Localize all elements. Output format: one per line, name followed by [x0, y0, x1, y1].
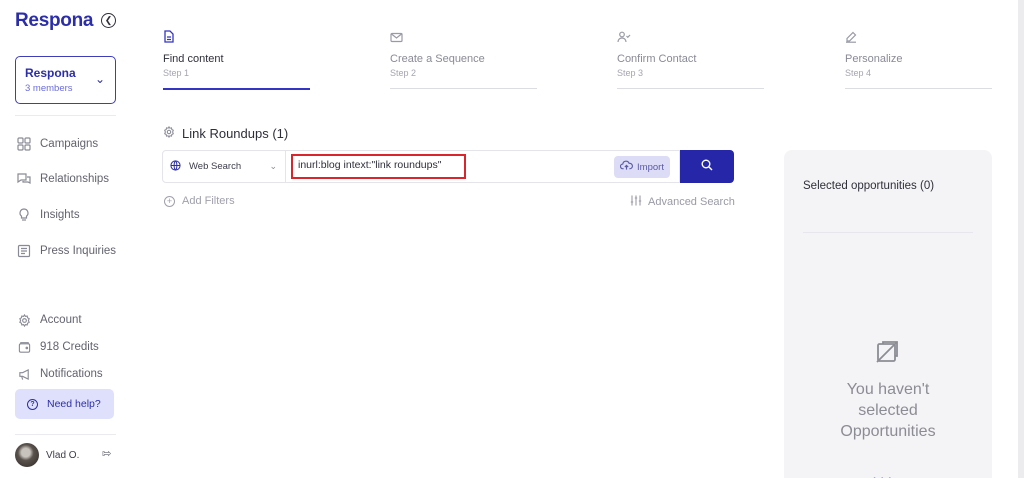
sidebar-item-relationships[interactable]: Relationships — [17, 172, 109, 186]
step-progress-bar — [390, 88, 537, 89]
step-title: Find content — [163, 53, 224, 65]
loading-dots: • • • — [873, 474, 892, 478]
workspace-switcher[interactable]: Respona 3 members ⌄ — [15, 56, 116, 104]
sidebar-divider — [15, 115, 116, 116]
step-find-content[interactable]: Find content Step 1 — [163, 30, 311, 90]
search-icon — [701, 158, 713, 176]
import-label: Import — [637, 161, 664, 173]
query-field: Import — [286, 150, 680, 183]
newspaper-icon — [17, 244, 31, 258]
sidebar-item-credits[interactable]: 918 Credits — [17, 340, 99, 354]
sliders-icon — [630, 195, 642, 209]
import-button[interactable]: Import — [614, 156, 670, 178]
sidebar-item-campaigns[interactable]: Campaigns — [17, 137, 98, 151]
mail-icon — [390, 30, 538, 44]
plus-icon: + — [164, 195, 175, 207]
sidebar-item-label: Notifications — [40, 368, 103, 380]
step-sub: Step 3 — [617, 68, 644, 78]
sidebar-item-label: Campaigns — [40, 138, 99, 150]
sidebar-item-insights[interactable]: Insights — [17, 208, 80, 222]
sidebar-item-label: 918 Credits — [40, 341, 99, 353]
step-progress-bar — [617, 88, 764, 89]
step-sub: Step 2 — [390, 68, 417, 78]
cloud-upload-icon — [619, 160, 633, 174]
empty-state-text: You haven't selected Opportunities — [804, 379, 972, 442]
user-profile[interactable]: Vlad O. — [15, 443, 79, 467]
workspace-members: 3 members — [25, 83, 73, 94]
step-sub: Step 1 — [163, 68, 190, 78]
globe-icon — [170, 159, 181, 174]
chevron-down-icon: ⌄ — [269, 161, 277, 171]
need-help-label: Need help? — [47, 398, 101, 410]
advanced-search-button[interactable]: Advanced Search — [630, 195, 735, 209]
document-icon — [163, 30, 311, 44]
chevron-down-icon: ⌄ — [94, 72, 105, 86]
window-edge — [1018, 0, 1024, 478]
step-title: Confirm Contact — [617, 53, 697, 65]
selected-opportunities-panel: Selected opportunities (0) You haven't s… — [784, 150, 992, 478]
sidebar-item-label: Press Inquiries — [40, 245, 117, 257]
gear-icon[interactable] — [163, 125, 175, 141]
need-help-button[interactable]: ? Need help? — [15, 389, 114, 419]
search-query-input[interactable] — [298, 159, 598, 171]
empty-state-icon — [875, 340, 899, 369]
step-progress-bar — [845, 88, 992, 89]
panel-divider — [803, 232, 973, 233]
gear-icon — [17, 313, 31, 327]
sidebar-item-label: Relationships — [40, 173, 110, 185]
advanced-search-label: Advanced Search — [648, 196, 735, 208]
workspace-name: Respona — [25, 66, 76, 80]
step-confirm-contact[interactable]: Confirm Contact Step 3 — [617, 30, 765, 89]
add-filters-button[interactable]: + Add Filters — [164, 195, 235, 207]
sidebar-item-press-inquiries[interactable]: Press Inquiries — [17, 244, 116, 258]
empty-state-line: Opportunities — [840, 423, 936, 440]
collapse-sidebar-button[interactable]: ❮ — [101, 13, 116, 28]
sidebar-item-label: Insights — [40, 209, 80, 221]
section-title-text: Link Roundups (1) — [182, 126, 289, 141]
user-check-icon — [617, 30, 765, 44]
panel-title: Selected opportunities (0) — [803, 180, 935, 192]
sidebar-item-notifications[interactable]: Notifications — [17, 367, 103, 381]
step-create-sequence[interactable]: Create a Sequence Step 2 — [390, 30, 538, 89]
source-select[interactable]: Web Search ⌄ — [162, 150, 286, 183]
step-sub: Step 4 — [845, 68, 872, 78]
step-title: Create a Sequence — [390, 53, 485, 65]
user-name: Vlad O. — [46, 449, 80, 461]
step-progress-bar — [163, 88, 310, 90]
sidebar-item-label: Account — [40, 314, 82, 326]
lightbulb-icon — [17, 208, 31, 222]
chevron-left-icon: ❮ — [104, 15, 113, 25]
empty-state-line: selected — [858, 402, 918, 419]
wallet-icon — [17, 340, 31, 354]
megaphone-icon — [17, 367, 31, 381]
search-bar: Web Search ⌄ Import — [162, 150, 734, 183]
question-icon: ? — [27, 398, 38, 410]
search-button[interactable] — [680, 150, 734, 183]
empty-state-line: You haven't — [846, 381, 930, 398]
sidebar-item-account[interactable]: Account — [17, 313, 82, 327]
sidebar-divider — [15, 434, 116, 435]
source-select-value: Web Search — [189, 161, 242, 172]
grid-icon — [17, 137, 31, 151]
add-filters-label: Add Filters — [182, 195, 235, 207]
sidebar: Respona ❮ Respona 3 members ⌄ Campaigns … — [0, 0, 131, 478]
pen-icon — [845, 30, 993, 44]
step-personalize[interactable]: Personalize Step 4 — [845, 30, 993, 89]
step-title: Personalize — [845, 53, 903, 65]
chat-icon — [17, 172, 31, 186]
logout-icon[interactable]: ⇰ — [102, 447, 111, 460]
avatar — [15, 443, 39, 467]
app-logo[interactable]: Respona — [15, 10, 93, 32]
section-title: Link Roundups (1) — [163, 125, 289, 141]
